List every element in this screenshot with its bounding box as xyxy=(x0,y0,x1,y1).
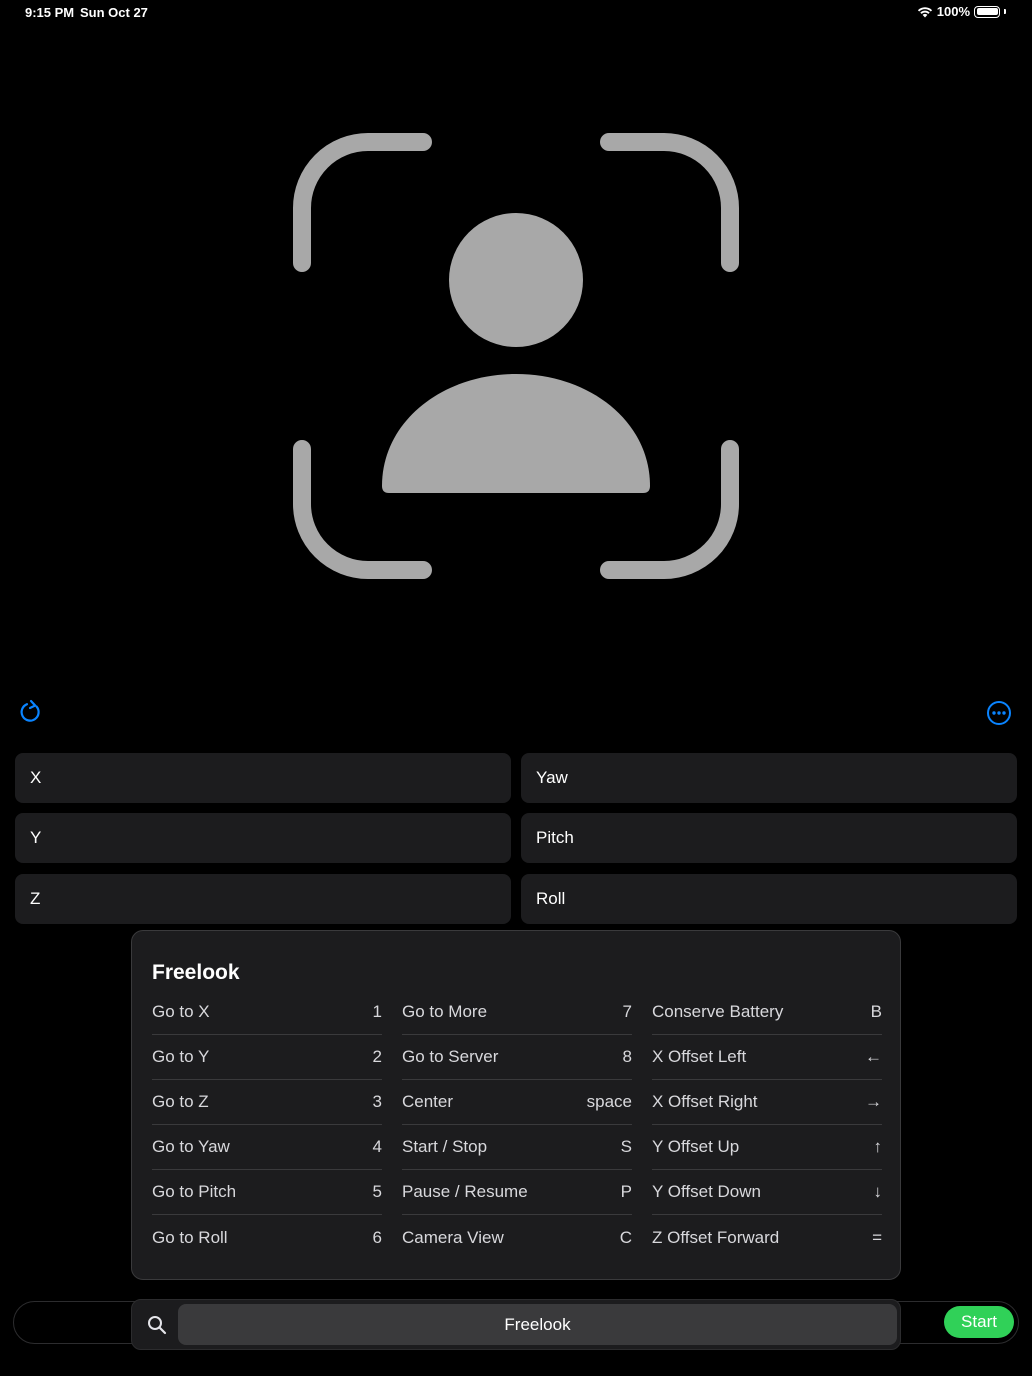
shortcut-key: B xyxy=(870,1002,882,1021)
shortcut-key: 1 xyxy=(372,1002,382,1021)
status-date: Sun Oct 27 xyxy=(80,5,148,20)
shortcut-label: Z Offset Forward xyxy=(652,1227,780,1247)
shortcut-key: 4 xyxy=(372,1137,382,1156)
shortcut-label: Go to Server xyxy=(402,1047,499,1066)
shortcut-label: Start / Stop xyxy=(402,1137,488,1156)
shortcuts-panel: Freelook Go to X 1 Go to Y 2 Go to Z 3 Go t… xyxy=(131,930,901,1280)
shortcut-column: Conserve Battery B X Offset Left ← X Offse… xyxy=(652,990,882,1260)
shortcut-row[interactable]: Go to Server 8 xyxy=(402,1035,632,1080)
shortcut-row[interactable]: Go to X 1 xyxy=(152,990,382,1035)
start-button[interactable]: Start xyxy=(944,1306,1014,1338)
refresh-icon[interactable] xyxy=(18,699,44,725)
shortcut-label: Go to X xyxy=(152,1002,210,1021)
shortcut-row[interactable]: X Offset Left ← xyxy=(652,1035,882,1080)
shortcut-label: Go to Roll xyxy=(152,1227,228,1247)
face-scan-person-icon xyxy=(293,133,739,579)
shortcut-key: 5 xyxy=(372,1182,382,1201)
shortcut-key: S xyxy=(620,1137,632,1156)
shortcut-key: 8 xyxy=(622,1047,632,1066)
shortcut-key: 2 xyxy=(372,1047,382,1066)
shortcut-label: Pause / Resume xyxy=(402,1182,528,1201)
status-bar: 9:15 PM Sun Oct 27 100% xyxy=(0,0,1032,24)
search-input[interactable]: Freelook xyxy=(178,1304,897,1345)
shortcut-row[interactable]: Go to More 7 xyxy=(402,990,632,1035)
shortcut-key: 3 xyxy=(372,1092,382,1111)
ellipsis-circle-icon[interactable] xyxy=(986,700,1012,726)
search-icon[interactable] xyxy=(147,1315,167,1335)
shortcut-key: 6 xyxy=(372,1227,382,1247)
shortcut-label: Go to Yaw xyxy=(152,1137,230,1156)
pitch-field[interactable]: Pitch xyxy=(521,813,1017,863)
shortcut-key: P xyxy=(620,1182,632,1201)
shortcut-row[interactable]: Camera View C xyxy=(402,1215,632,1260)
wifi-icon xyxy=(917,6,932,17)
battery-icon xyxy=(974,5,1000,18)
shortcut-key: ↓ xyxy=(873,1182,883,1201)
search-bar: Freelook xyxy=(131,1299,901,1350)
shortcut-row[interactable]: Go to Y 2 xyxy=(152,1035,382,1080)
shortcut-label: Camera View xyxy=(402,1227,504,1247)
shortcut-row[interactable]: Center space xyxy=(402,1080,632,1125)
status-time: 9:15 PM xyxy=(25,5,75,20)
shortcut-row[interactable]: Pause / Resume P xyxy=(402,1170,632,1215)
shortcut-label: Center xyxy=(402,1092,454,1111)
x-field[interactable]: X xyxy=(15,753,511,803)
status-right: 100% xyxy=(917,4,1006,19)
shortcut-row[interactable]: Conserve Battery B xyxy=(652,990,882,1035)
battery-tip xyxy=(1004,9,1006,14)
shortcut-label: Go to Pitch xyxy=(152,1182,237,1201)
roll-field[interactable]: Roll xyxy=(521,874,1017,924)
shortcut-label: Go to More xyxy=(402,1002,488,1021)
shortcut-key: 7 xyxy=(622,1002,632,1021)
shortcut-key: space xyxy=(586,1092,632,1111)
shortcut-row[interactable]: Go to Roll 6 xyxy=(152,1215,382,1260)
shortcut-row[interactable]: Go to Yaw 4 xyxy=(152,1125,382,1170)
battery-percent: 100% xyxy=(936,4,970,19)
shortcut-label: X Offset Right xyxy=(652,1092,758,1111)
shortcut-key: = xyxy=(872,1227,882,1247)
shortcut-row[interactable]: Y Offset Down ↓ xyxy=(652,1170,882,1215)
shortcut-row[interactable]: Go to Z 3 xyxy=(152,1080,382,1125)
shortcut-row[interactable]: Y Offset Up ↑ xyxy=(652,1125,882,1170)
shortcut-row[interactable]: Go to Pitch 5 xyxy=(152,1170,382,1215)
shortcut-key: → xyxy=(865,1092,882,1111)
shortcuts-panel-title: Freelook xyxy=(152,961,240,984)
shortcut-label: Go to Y xyxy=(152,1047,210,1066)
shortcut-column: Go to More 7 Go to Server 8 Center space St… xyxy=(402,990,632,1260)
shortcut-label: Conserve Battery xyxy=(652,1002,784,1021)
shortcut-label: Go to Z xyxy=(152,1092,209,1111)
shortcut-key: ← xyxy=(865,1047,882,1066)
yaw-field[interactable]: Yaw xyxy=(521,753,1017,803)
shortcut-label: X Offset Left xyxy=(652,1047,747,1066)
z-field[interactable]: Z xyxy=(15,874,511,924)
shortcut-key: C xyxy=(619,1227,632,1247)
y-field[interactable]: Y xyxy=(15,813,511,863)
shortcut-row[interactable]: Z Offset Forward = xyxy=(652,1215,882,1260)
shortcut-column: Go to X 1 Go to Y 2 Go to Z 3 Go to Yaw 4 Go… xyxy=(152,990,382,1260)
shortcut-label: Y Offset Down xyxy=(652,1182,761,1201)
shortcut-label: Y Offset Up xyxy=(652,1137,740,1156)
shortcut-key: ↑ xyxy=(873,1137,883,1156)
shortcut-row[interactable]: X Offset Right → xyxy=(652,1080,882,1125)
shortcut-row[interactable]: Start / Stop S xyxy=(402,1125,632,1170)
